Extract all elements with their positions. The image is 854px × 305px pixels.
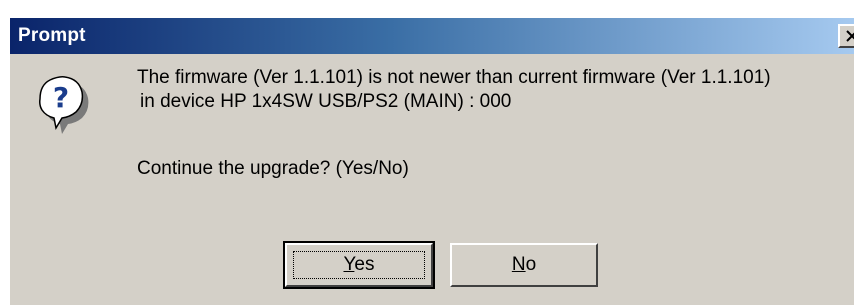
close-icon (846, 30, 854, 42)
focus-rectangle (293, 251, 425, 279)
message-line-2: in device HP 1x4SW USB/PS2 (MAIN) : 000 (140, 91, 512, 112)
message-line-1: The firmware (Ver 1.1.101) is not newer … (137, 67, 771, 88)
no-label: No (512, 254, 536, 276)
no-button[interactable]: No (450, 243, 598, 287)
confirm-question: Continue the upgrade? (Yes/No) (137, 158, 409, 179)
question-icon: ? (39, 76, 89, 134)
prompt-dialog: Prompt ? The firmware (Ver 1.1.101) is n… (8, 16, 854, 305)
title-bar[interactable]: Prompt (10, 18, 854, 54)
close-button[interactable] (838, 24, 854, 48)
window-title: Prompt (18, 25, 86, 46)
no-accelerator: N (511, 254, 526, 275)
no-label-rest: o (525, 254, 537, 275)
message-text: The firmware (Ver 1.1.101) is not newer … (137, 66, 771, 114)
yes-button[interactable]: Yes (283, 241, 435, 289)
svg-text:?: ? (53, 81, 69, 114)
